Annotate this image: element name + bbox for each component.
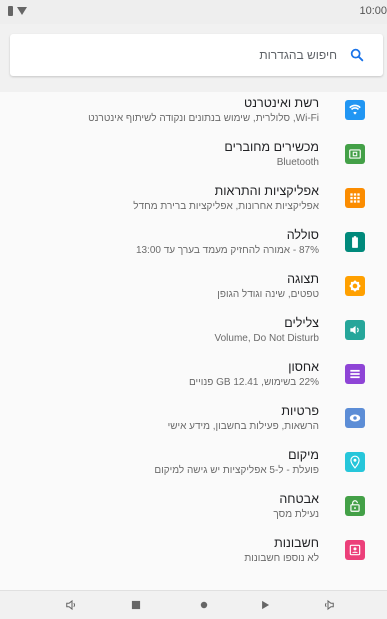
wifi-status-icon — [17, 7, 27, 15]
settings-item-title: רשת ואינטרנט — [244, 96, 319, 110]
settings-item-title: אפליקציות והתראות — [214, 184, 319, 198]
apps-grid-icon — [345, 188, 365, 208]
settings-item-title: אבטחה — [279, 492, 319, 506]
connected-devices-icon — [345, 144, 365, 164]
settings-item-accounts[interactable]: חשבונות לא נוספו חשבונות — [0, 534, 387, 574]
settings-item-subtitle: Bluetooth — [276, 157, 319, 168]
settings-item-storage[interactable]: אחסון 22% בשימוש, 12.41 GB פנויים — [0, 358, 387, 398]
status-time: 10:00 — [359, 5, 387, 17]
settings-item-location[interactable]: מיקום פועלת - ל-5 אפליקציות יש גישה למיק… — [0, 446, 387, 486]
location-pin-icon — [345, 452, 365, 472]
settings-item-subtitle: Volume, Do Not Disturb — [214, 333, 320, 344]
settings-item-subtitle: 22% בשימוש, 12.41 GB פנויים — [188, 377, 319, 388]
square-icon[interactable] — [128, 597, 144, 613]
settings-item-privacy[interactable]: פרטיות הרשאות, פעילות בחשבון, מידע אישי — [0, 402, 387, 442]
settings-item-title: תצוגה — [287, 272, 319, 286]
settings-item-title: פרטיות — [281, 404, 319, 418]
search-bar[interactable]: חיפוש בהגדרות — [10, 34, 383, 76]
settings-item-title: צלילים — [284, 316, 319, 330]
wifi-icon — [345, 100, 365, 120]
brightness-icon — [345, 276, 365, 296]
volume-up-icon[interactable] — [320, 597, 336, 613]
settings-item-subtitle: 87% - אמורה להחזיק מעמד בערך עד 13:00 — [135, 245, 319, 256]
settings-item-title: סוללה — [286, 228, 319, 242]
settings-item-subtitle: נעילת מסך — [273, 509, 319, 520]
settings-item-title: אחסון — [288, 360, 319, 374]
settings-item-display[interactable]: תצוגה טפטים, שינה וגודל הגופן — [0, 270, 387, 310]
settings-list: רשת ואינטרנט Wi-Fi, סלולרית, שימוש בנתונ… — [0, 92, 387, 590]
settings-item-title: מיקום — [288, 448, 319, 462]
navigation-bar — [0, 590, 387, 619]
battery-icon — [345, 232, 365, 252]
settings-item-sound[interactable]: צלילים Volume, Do Not Disturb — [0, 314, 387, 354]
settings-item-subtitle: טפטים, שינה וגודל הגופן — [217, 289, 319, 300]
storage-icon — [345, 364, 365, 384]
settings-item-subtitle: פועלת - ל-5 אפליקציות יש גישה למיקום — [154, 465, 319, 476]
volume-down-icon[interactable] — [64, 597, 80, 613]
battery-status-icon — [8, 6, 13, 16]
settings-item-connected-devices[interactable]: מכשירים מחוברים Bluetooth — [0, 138, 387, 178]
settings-item-security[interactable]: אבטחה נעילת מסך — [0, 490, 387, 530]
settings-item-subtitle: לא נוספו חשבונות — [244, 553, 319, 564]
account-box-icon — [345, 540, 365, 560]
status-bar: 10:00 — [0, 0, 387, 24]
lock-open-icon — [345, 496, 365, 516]
settings-item-apps[interactable]: אפליקציות והתראות אפליקציות אחרונות, אפל… — [0, 182, 387, 222]
circle-home-icon[interactable] — [196, 597, 212, 613]
settings-item-network[interactable]: רשת ואינטרנט Wi-Fi, סלולרית, שימוש בנתונ… — [0, 94, 387, 134]
settings-item-title: מכשירים מחוברים — [224, 140, 319, 154]
volume-icon — [345, 320, 365, 340]
settings-item-subtitle: אפליקציות אחרונות, אפליקציות ברירת מחדל — [133, 201, 319, 212]
play-back-icon[interactable] — [257, 597, 273, 613]
search-placeholder: חיפוש בהגדרות — [259, 48, 337, 62]
settings-item-subtitle: Wi-Fi, סלולרית, שימוש בנתונים ונקודה לשי… — [88, 113, 319, 124]
search-icon — [350, 48, 364, 62]
settings-item-subtitle: הרשאות, פעילות בחשבון, מידע אישי — [167, 421, 319, 432]
status-icons — [8, 6, 27, 16]
privacy-eye-icon — [345, 408, 365, 428]
settings-item-title: חשבונות — [274, 536, 319, 550]
settings-item-battery[interactable]: סוללה 87% - אמורה להחזיק מעמד בערך עד 13… — [0, 226, 387, 266]
